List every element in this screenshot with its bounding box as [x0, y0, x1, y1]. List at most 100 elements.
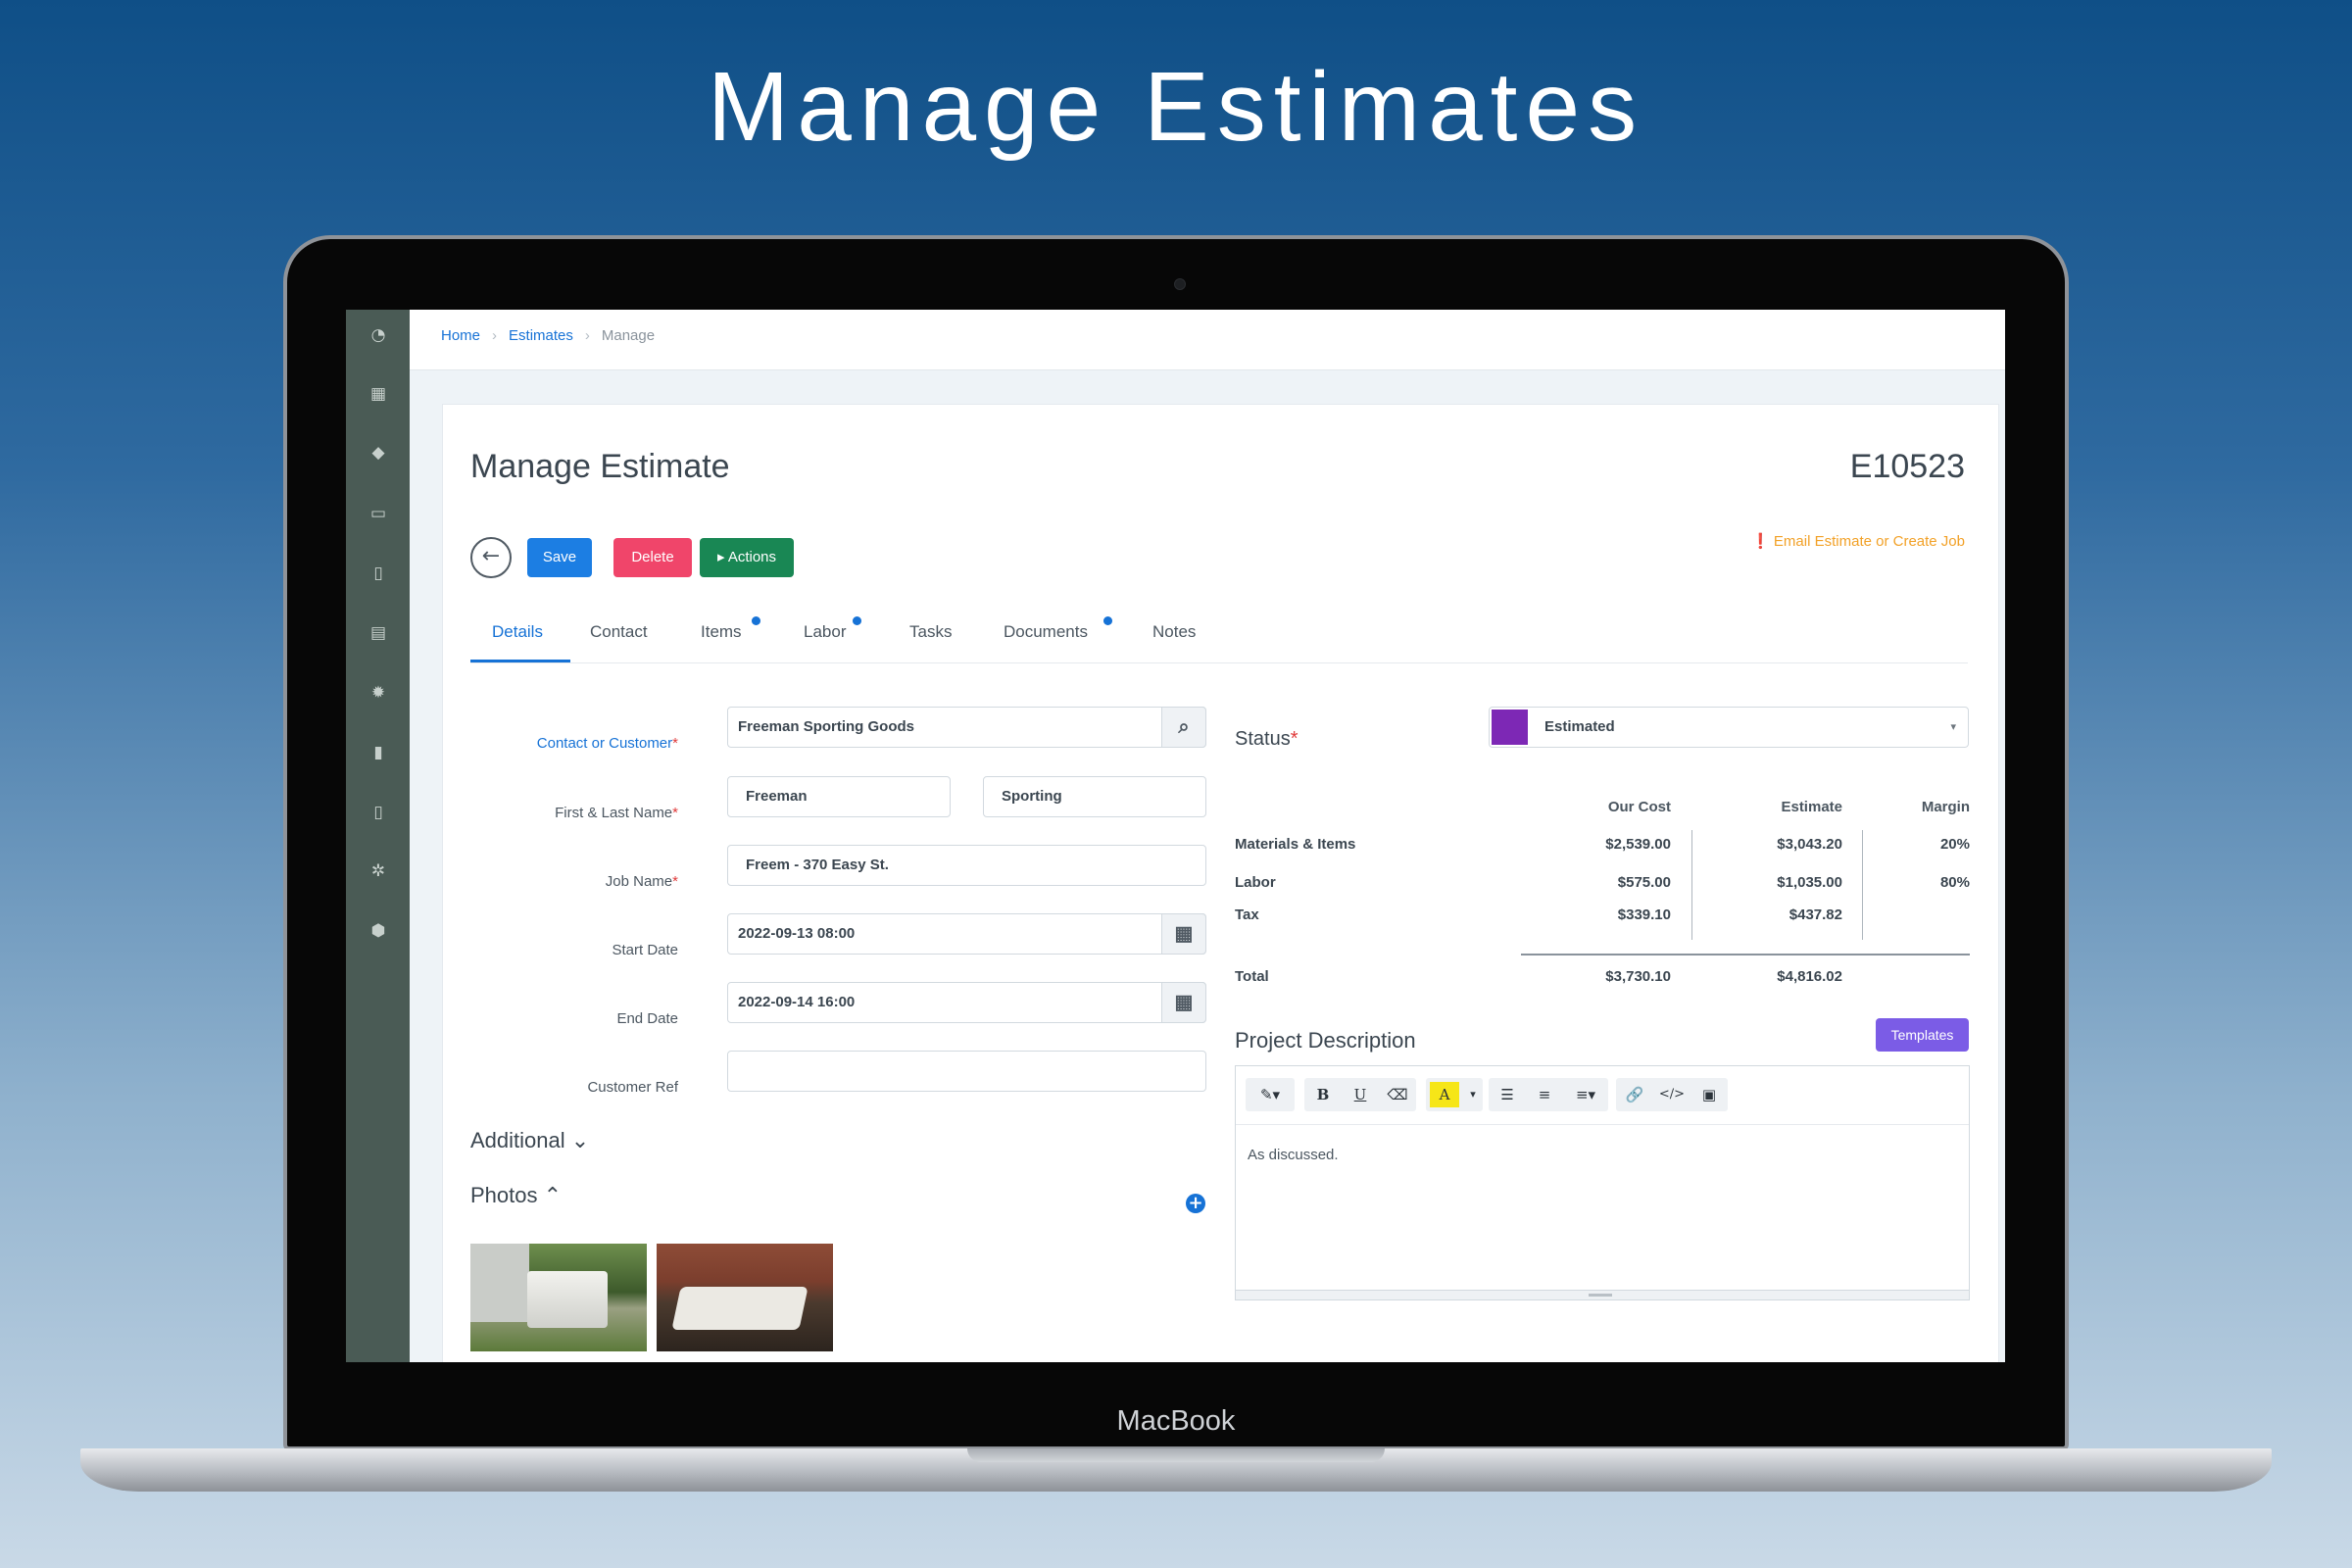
bold-icon[interactable]: B [1304, 1078, 1342, 1111]
tab-dot-indicator [1103, 616, 1112, 625]
calendar-icon[interactable]: ▦ [364, 379, 393, 409]
chat-icon[interactable]: ▤ [364, 618, 393, 648]
actions-button[interactable]: ▸ Actions [700, 538, 794, 577]
end-date-value: 2022-09-14 16:00 [738, 994, 856, 1010]
breadcrumb-home[interactable]: Home [441, 327, 480, 344]
breadcrumb-estimates[interactable]: Estimates [509, 327, 573, 344]
row-label: Materials & Items [1235, 836, 1356, 853]
tab-tasks[interactable]: Tasks [909, 622, 952, 642]
job-name-label: Job Name* [605, 873, 678, 890]
tab-label: Items [701, 622, 742, 641]
estimate-card: Manage Estimate E10523 ← Save Delete ▸ A… [442, 404, 1999, 1362]
cost-summary-table: Our Cost Estimate Margin Materials & Ite… [1235, 787, 1970, 985]
link-icon[interactable]: 🔗 [1616, 1078, 1653, 1111]
dashboard-icon[interactable]: ◔ [364, 320, 393, 350]
editor-content[interactable]: As discussed. [1248, 1147, 1339, 1163]
clipboard-icon[interactable]: ▯ [364, 559, 393, 588]
calendar-icon[interactable]: ▦ [1161, 982, 1206, 1023]
toolbar-group: A ▾ [1426, 1078, 1483, 1111]
add-photo-icon[interactable]: + [1186, 1194, 1205, 1213]
delete-button[interactable]: Delete [613, 538, 692, 577]
row-estimate: $1,035.00 [1777, 874, 1842, 891]
magic-wand-icon[interactable]: ✎▾ [1246, 1078, 1295, 1111]
row-label: Labor [1235, 874, 1276, 891]
column-divider [1691, 830, 1692, 940]
photo-thumbnail[interactable] [470, 1244, 647, 1351]
breadcrumb-separator: › [492, 327, 498, 344]
row-our-cost: $339.10 [1617, 906, 1671, 923]
resize-handle[interactable] [1236, 1290, 1969, 1299]
file-icon[interactable]: ▯ [364, 798, 393, 827]
contact-label: Contact or Customer* [536, 735, 678, 752]
image-icon[interactable]: ▣ [1690, 1078, 1728, 1111]
laptop-notch [967, 1448, 1385, 1462]
breadcrumb-current: Manage [601, 327, 656, 344]
shield-icon[interactable]: ⬢ [364, 916, 393, 946]
last-name-input[interactable]: Sporting [983, 776, 1206, 817]
end-date-label: End Date [616, 1010, 678, 1027]
generator-unit [527, 1271, 608, 1328]
breadcrumb-separator: › [584, 327, 590, 344]
tab-label: Documents [1004, 622, 1088, 641]
additional-section-toggle[interactable]: Additional ⌄ [470, 1128, 589, 1153]
tab-label: Contact [590, 622, 648, 641]
row-our-cost: $2,539.00 [1605, 836, 1671, 853]
templates-button[interactable]: Templates [1876, 1018, 1969, 1052]
hero-title: Manage Estimates [707, 52, 1645, 162]
settings-icon[interactable]: ✲ [364, 857, 393, 886]
bookmark-icon[interactable]: ▮ [364, 738, 393, 767]
start-date-label: Start Date [612, 942, 678, 958]
contact-value: Freeman Sporting Goods [738, 718, 915, 735]
back-button[interactable]: ← [470, 537, 512, 578]
email-estimate-link[interactable]: ❗ Email Estimate or Create Job [1751, 532, 1965, 550]
calendar-icon[interactable]: ▦ [1161, 913, 1206, 955]
toolbar-group: ✎▾ [1246, 1078, 1295, 1111]
contact-input[interactable]: Freeman Sporting Goods ⌕ [727, 707, 1206, 748]
tab-notes[interactable]: Notes [1152, 622, 1196, 642]
camera-icon [1174, 278, 1186, 290]
numbered-list-icon[interactable]: ≡ [1526, 1078, 1563, 1111]
save-button[interactable]: Save [527, 538, 592, 577]
job-name-input[interactable]: Freem - 370 Easy St. [727, 845, 1206, 886]
tags-icon[interactable]: ◆ [364, 438, 393, 467]
tab-contact[interactable]: Contact [590, 622, 648, 642]
row-estimate: $3,043.20 [1777, 836, 1842, 853]
photos-section-toggle[interactable]: Photos ⌃ [470, 1183, 562, 1208]
tab-documents[interactable]: Documents [1004, 616, 1112, 642]
align-icon[interactable]: ≡▾ [1563, 1078, 1608, 1111]
start-date-input[interactable]: 2022-09-13 08:00 ▦ [727, 913, 1206, 955]
search-icon[interactable]: ⌕ [1161, 707, 1206, 748]
column-divider [1862, 830, 1863, 940]
underline-icon[interactable]: U [1342, 1078, 1379, 1111]
bullet-list-icon[interactable]: ☰ [1489, 1078, 1526, 1111]
header-our-cost: Our Cost [1607, 799, 1671, 815]
first-name-input[interactable]: Freeman [727, 776, 951, 817]
status-label: Status* [1235, 728, 1298, 750]
gear-badge-icon[interactable]: ✹ [364, 678, 393, 708]
highlight-color-icon[interactable]: A [1430, 1082, 1459, 1107]
inbox-icon[interactable]: ▭ [364, 499, 393, 528]
tab-label: Labor [804, 622, 847, 641]
code-icon[interactable]: </> [1653, 1078, 1690, 1111]
status-select[interactable]: Estimated ▾ [1489, 707, 1969, 748]
start-date-value: 2022-09-13 08:00 [738, 925, 856, 942]
job-name-value: Freem - 370 Easy St. [746, 857, 889, 873]
app-screen: ◔ ▦ ◆ ▭ ▯ ▤ ✹ ▮ ▯ ✲ ⬢ Home › Estimates ›… [346, 310, 2005, 1362]
eraser-icon[interactable]: ⌫ [1379, 1078, 1416, 1111]
chevron-down-icon[interactable]: ▾ [1463, 1078, 1483, 1111]
page-title: Manage Estimate [470, 448, 730, 485]
end-date-input[interactable]: 2022-09-14 16:00 ▦ [727, 982, 1206, 1023]
tab-items[interactable]: Items [701, 616, 760, 642]
header-estimate: Estimate [1781, 799, 1842, 815]
tab-dot-indicator [752, 616, 760, 625]
description-editor[interactable]: ✎▾ B U ⌫ A ▾ ☰ ≡ ≡▾ 🔗 </> ▣ As discussed… [1235, 1065, 1970, 1300]
tab-labor[interactable]: Labor [804, 616, 861, 642]
photo-thumbnail[interactable] [657, 1244, 833, 1351]
total-divider [1521, 954, 1970, 956]
laptop-lid: ◔ ▦ ◆ ▭ ▯ ▤ ✹ ▮ ▯ ✲ ⬢ Home › Estimates ›… [283, 235, 2069, 1450]
header-margin: Margin [1921, 799, 1970, 815]
tab-details[interactable]: Details [492, 622, 543, 642]
tab-label: Notes [1152, 622, 1197, 641]
customer-ref-input[interactable] [727, 1051, 1206, 1092]
toolbar-group: ☰ ≡ ≡▾ [1489, 1078, 1608, 1111]
